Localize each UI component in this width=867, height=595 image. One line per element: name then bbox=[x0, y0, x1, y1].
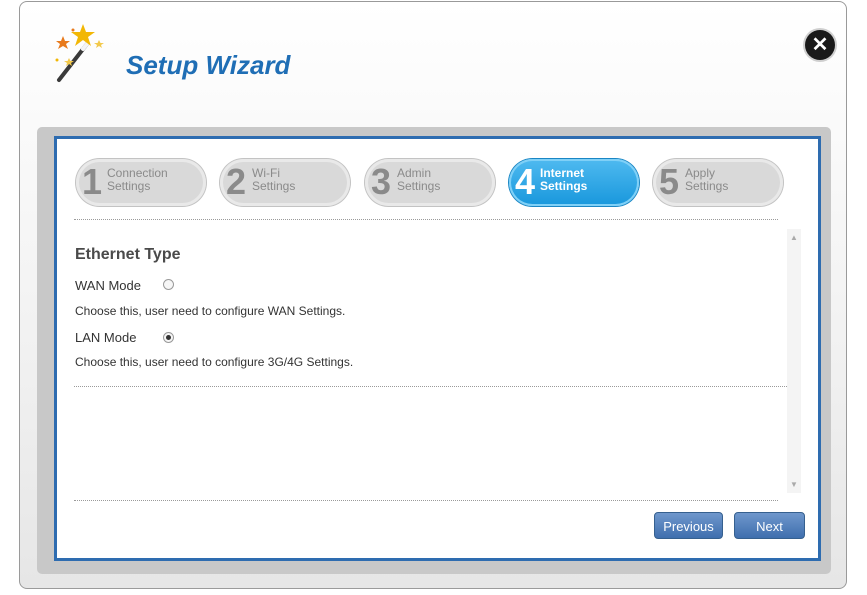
scroll-down-icon[interactable]: ▼ bbox=[790, 480, 798, 489]
wan-mode-description: Choose this, user need to configure WAN … bbox=[75, 304, 346, 318]
step-connection-settings[interactable]: 1 Connection Settings bbox=[76, 159, 206, 206]
step-number: 1 bbox=[82, 161, 103, 202]
wan-mode-radio[interactable] bbox=[163, 279, 174, 290]
page-title: Setup Wizard bbox=[126, 50, 291, 80]
lan-mode-label: LAN Mode bbox=[75, 330, 137, 345]
section-title: Ethernet Type bbox=[75, 246, 181, 263]
close-icon[interactable]: ✕ bbox=[805, 30, 835, 60]
divider bbox=[74, 500, 778, 501]
step-admin-settings[interactable]: 3 Admin Settings bbox=[365, 159, 495, 206]
step-label: Wi-Fi Settings bbox=[252, 166, 296, 193]
step-wifi-settings[interactable]: 2 Wi-Fi Settings bbox=[220, 159, 350, 206]
wan-mode-label: WAN Mode bbox=[75, 278, 141, 293]
lan-mode-radio[interactable] bbox=[163, 332, 174, 343]
lan-mode-description: Choose this, user need to configure 3G/4… bbox=[75, 355, 354, 369]
step-number: 5 bbox=[659, 161, 680, 202]
step-label: Apply Settings bbox=[685, 166, 729, 193]
divider bbox=[74, 386, 787, 387]
step-number: 3 bbox=[371, 161, 392, 202]
step-label: Admin Settings bbox=[397, 166, 441, 193]
scrollbar[interactable]: ▲ ▼ bbox=[787, 229, 801, 493]
divider bbox=[74, 219, 778, 220]
previous-button[interactable]: Previous bbox=[654, 512, 723, 539]
step-apply-settings[interactable]: 5 Apply Settings bbox=[653, 159, 783, 206]
next-button[interactable]: Next bbox=[734, 512, 805, 539]
step-label: Internet Settings bbox=[540, 166, 588, 193]
magic-wand-icon bbox=[55, 24, 104, 82]
step-number: 2 bbox=[226, 161, 247, 202]
step-label: Connection Settings bbox=[107, 166, 168, 193]
scroll-up-icon[interactable]: ▲ bbox=[790, 233, 798, 242]
step-number: 4 bbox=[515, 161, 536, 202]
step-internet-settings[interactable]: 4 Internet Settings bbox=[509, 159, 639, 206]
